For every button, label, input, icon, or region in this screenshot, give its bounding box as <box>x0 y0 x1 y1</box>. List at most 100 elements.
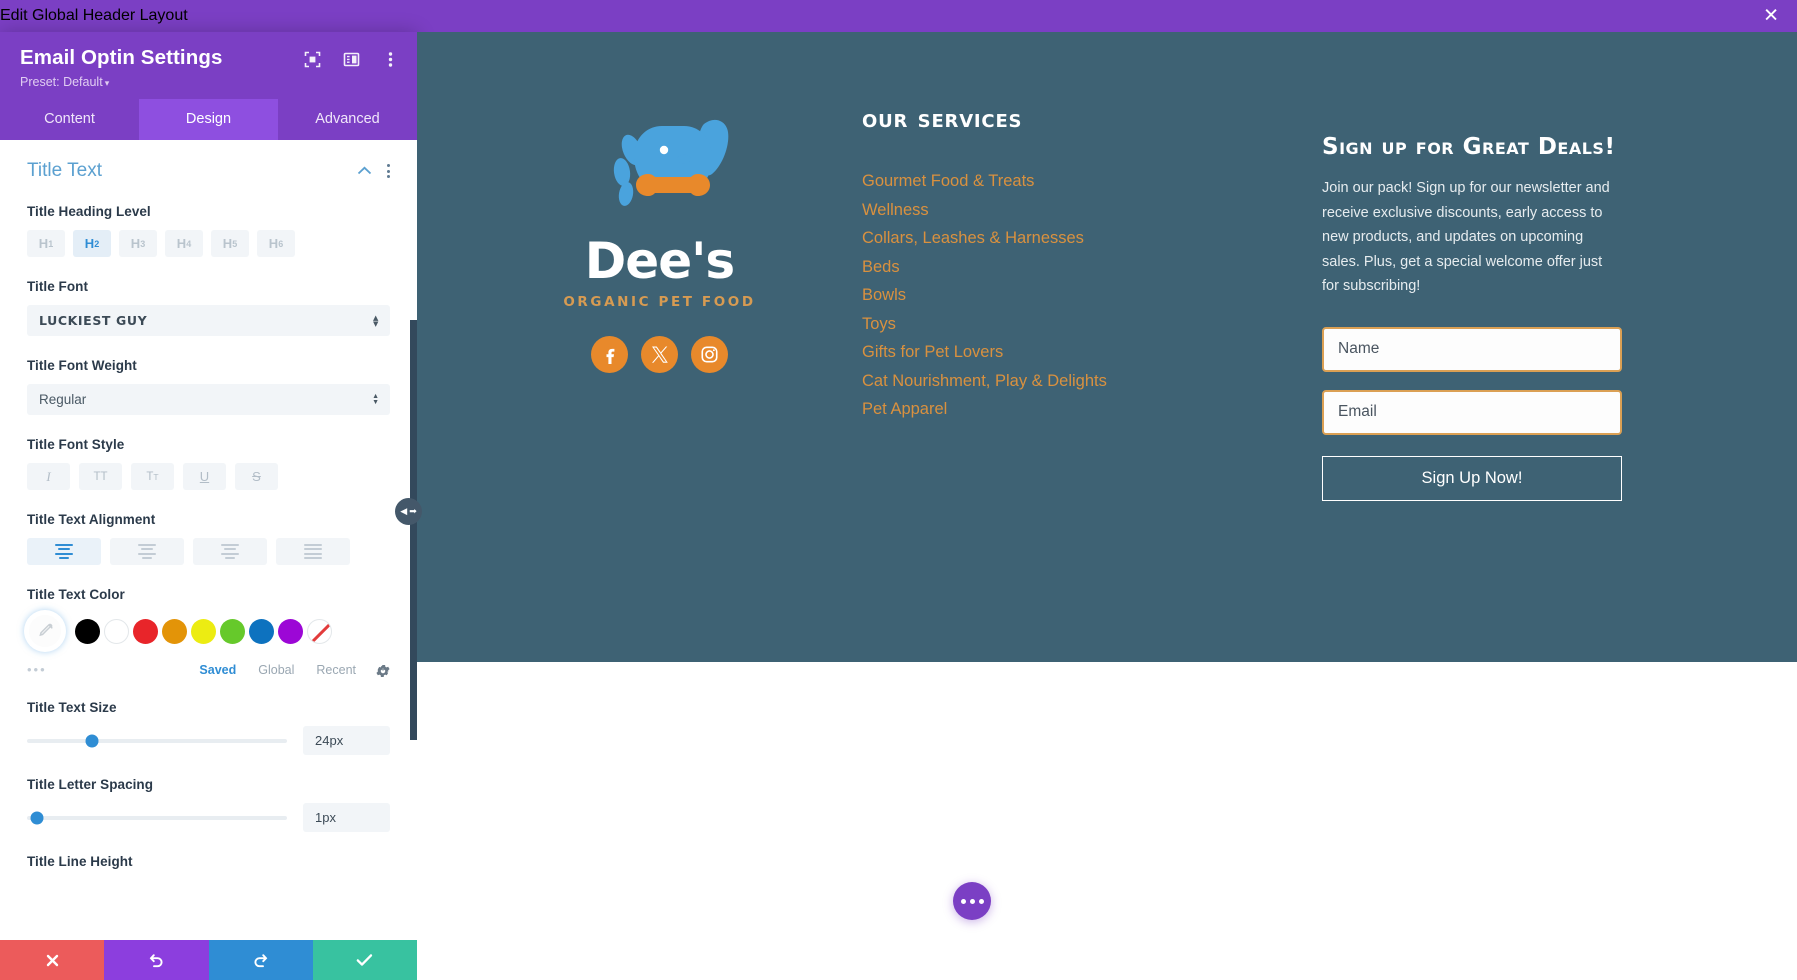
swatch-purple[interactable] <box>278 618 303 644</box>
swatch-orange[interactable] <box>162 618 187 644</box>
align-right-icon[interactable] <box>193 538 267 565</box>
section-title[interactable]: Title Text <box>27 160 102 182</box>
eyedropper-icon[interactable] <box>27 613 63 649</box>
slider-knob[interactable] <box>30 811 44 824</box>
top-bar-title: Edit Global Header Layout <box>0 7 188 24</box>
field-title-font-style: Title Font Style I TT TT U S <box>27 437 390 490</box>
heading-level-h6[interactable]: H6 <box>257 230 295 257</box>
service-item[interactable]: Wellness <box>862 198 1222 222</box>
instagram-icon[interactable] <box>691 336 728 373</box>
field-title-text-color: Title Text Color ••• Saved Global Recent <box>27 587 390 678</box>
color-tab-saved[interactable]: Saved <box>199 663 236 677</box>
service-item[interactable]: Pet Apparel <box>862 397 1222 421</box>
title-letter-spacing-slider[interactable] <box>27 811 287 824</box>
preset-selector[interactable]: Preset: Default ▾ <box>20 75 397 89</box>
panel-tabs: Content Design Advanced <box>0 99 417 140</box>
service-item[interactable]: Collars, Leashes & Harnesses <box>862 226 1222 250</box>
service-item[interactable]: Gourmet Food & Treats <box>862 169 1222 193</box>
more-options-fab[interactable] <box>953 882 991 920</box>
redo-button[interactable] <box>208 940 313 980</box>
font-style-uppercase-icon[interactable]: TT <box>79 463 122 490</box>
more-colors-icon[interactable]: ••• <box>27 662 47 677</box>
font-style-italic-icon[interactable]: I <box>27 463 70 490</box>
swatch-red[interactable] <box>133 618 158 644</box>
close-icon[interactable]: ✕ <box>1763 7 1779 26</box>
field-title-line-height: Title Line Height <box>27 854 390 869</box>
service-item[interactable]: Toys <box>862 312 1222 336</box>
x-twitter-icon[interactable] <box>641 336 678 373</box>
service-item[interactable]: Cat Nourishment, Play & Delights <box>862 369 1222 393</box>
title-text-size-slider[interactable] <box>27 734 287 747</box>
title-text-size-input[interactable]: 24px <box>303 726 390 755</box>
swatch-yellow[interactable] <box>191 618 216 644</box>
services-list: Gourmet Food & Treats Wellness Collars, … <box>862 169 1222 421</box>
slider-knob[interactable] <box>85 734 99 747</box>
heading-level-group: H1 H2 H3 H4 H5 H6 <box>27 230 390 257</box>
panel-resize-handle[interactable]: ◀ ➡ <box>395 498 422 525</box>
heading-level-h2[interactable]: H2 <box>73 230 111 257</box>
service-item[interactable]: Bowls <box>862 283 1222 307</box>
title-font-value: Luckiest Guy <box>39 313 148 328</box>
brand-tagline: ORGANIC PET FOOD <box>563 294 756 310</box>
sort-arrows-icon: ▲ ▼ <box>372 392 379 406</box>
title-letter-spacing-input[interactable]: 1px <box>303 803 390 832</box>
align-center-icon[interactable] <box>110 538 184 565</box>
optin-heading: Sign up for Great Deals! <box>1322 134 1616 160</box>
service-item[interactable]: Gifts for Pet Lovers <box>862 340 1222 364</box>
font-style-smallcaps-icon[interactable]: TT <box>131 463 174 490</box>
label-title-text-color: Title Text Color <box>27 587 125 602</box>
email-field[interactable]: Email <box>1322 389 1622 435</box>
arrow-right-icon: ➡ <box>409 506 417 516</box>
title-font-select[interactable]: Luckiest Guy ▲ ▼ <box>27 305 390 336</box>
gear-icon[interactable] <box>376 661 390 678</box>
save-button[interactable] <box>312 940 417 980</box>
swatch-blue[interactable] <box>249 618 274 644</box>
heading-level-h5[interactable]: H5 <box>211 230 249 257</box>
tab-design[interactable]: Design <box>139 99 278 140</box>
font-style-strikethrough-icon[interactable]: S <box>235 463 278 490</box>
preset-label: Preset: Default <box>20 75 103 89</box>
panel-scrollbar[interactable] <box>410 320 417 740</box>
sort-arrows-icon: ▲ ▼ <box>373 313 379 328</box>
color-tab-recent[interactable]: Recent <box>316 663 356 677</box>
tab-advanced[interactable]: Advanced <box>278 99 417 140</box>
signup-submit-button[interactable]: Sign Up Now! <box>1322 455 1622 501</box>
label-title-heading-level: Title Heading Level <box>27 204 151 219</box>
facebook-icon[interactable] <box>591 336 628 373</box>
label-title-font-style: Title Font Style <box>27 437 125 452</box>
color-swatch-row <box>27 613 390 649</box>
heading-level-h4[interactable]: H4 <box>165 230 203 257</box>
swatch-transparent[interactable] <box>307 618 332 644</box>
tab-content[interactable]: Content <box>0 99 139 140</box>
align-left-icon[interactable] <box>27 538 101 565</box>
service-item[interactable]: Beds <box>862 255 1222 279</box>
field-title-letter-spacing: Title Letter Spacing 1px <box>27 777 390 832</box>
brand-name: Dee's <box>584 232 735 290</box>
kebab-menu-icon[interactable] <box>381 50 399 68</box>
target-focus-icon[interactable] <box>303 50 321 68</box>
color-source-tabs: ••• Saved Global Recent <box>27 661 390 678</box>
chevron-up-icon[interactable] <box>357 162 372 180</box>
swatch-black[interactable] <box>75 618 100 644</box>
swatch-white[interactable] <box>104 618 129 644</box>
undo-button[interactable] <box>104 940 209 980</box>
heading-level-h3[interactable]: H3 <box>119 230 157 257</box>
panel-header: Email Optin Settings Preset: Default ▾ <box>0 32 417 99</box>
section-kebab-menu-icon[interactable] <box>387 164 390 178</box>
heading-level-h1[interactable]: H1 <box>27 230 65 257</box>
color-tab-global[interactable]: Global <box>258 663 294 677</box>
name-field[interactable]: Name <box>1322 326 1622 372</box>
swatch-green[interactable] <box>220 618 245 644</box>
label-title-letter-spacing: Title Letter Spacing <box>27 777 154 792</box>
label-title-text-alignment: Title Text Alignment <box>27 512 156 527</box>
alignment-group <box>27 538 390 565</box>
cancel-button[interactable] <box>0 940 105 980</box>
layout-panel-icon[interactable] <box>342 50 360 68</box>
dog-face-logo-icon <box>576 104 744 234</box>
align-justify-icon[interactable] <box>276 538 350 565</box>
label-title-font-weight: Title Font Weight <box>27 358 137 373</box>
label-title-line-height: Title Line Height <box>27 854 133 869</box>
font-style-underline-icon[interactable]: U <box>183 463 226 490</box>
title-font-weight-select[interactable]: Regular ▲ ▼ <box>27 384 390 415</box>
brand-column: Dee's ORGANIC PET FOOD <box>487 82 832 662</box>
